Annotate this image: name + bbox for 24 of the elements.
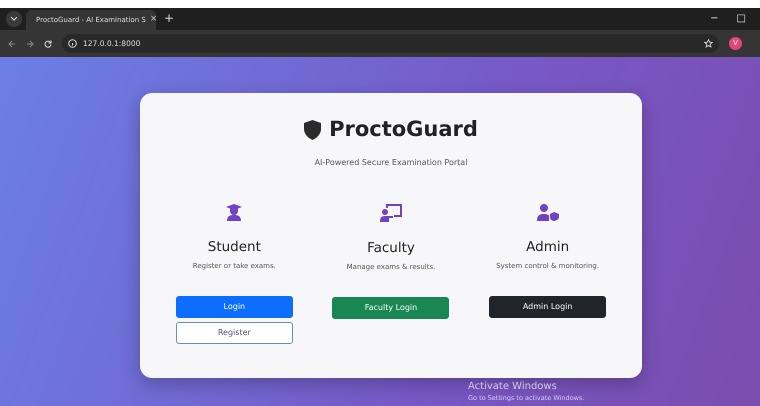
register-button[interactable]: Register: [176, 322, 293, 344]
shield-icon: [304, 120, 322, 140]
login-button[interactable]: Admin Login: [489, 296, 606, 318]
new-tab-button[interactable]: +: [164, 9, 174, 27]
tagline: AI-Powered Secure Examination Portal: [314, 158, 468, 167]
brand-title: ProctoGuard: [329, 119, 478, 140]
teacher-board-icon: [380, 204, 402, 222]
user-shield-icon: [536, 204, 559, 221]
chevron-down-icon: [11, 17, 17, 21]
tab-close-button[interactable]: ×: [150, 13, 158, 27]
login-button[interactable]: Login: [176, 296, 293, 318]
role-title: Faculty: [367, 239, 415, 258]
back-icon[interactable]: [8, 40, 16, 48]
window-control-button[interactable]: □: [736, 11, 746, 26]
forward-icon[interactable]: [26, 40, 34, 48]
graduate-icon: [226, 204, 242, 221]
info-icon: [68, 39, 77, 48]
login-button[interactable]: Faculty Login: [332, 296, 450, 319]
window-control-button[interactable]: −: [710, 11, 719, 26]
tab-search-button[interactable]: [6, 11, 22, 27]
role-title: Student: [208, 238, 261, 257]
reload-icon[interactable]: [44, 40, 52, 48]
star-icon[interactable]: [704, 39, 713, 48]
role-title: Admin: [526, 238, 570, 257]
